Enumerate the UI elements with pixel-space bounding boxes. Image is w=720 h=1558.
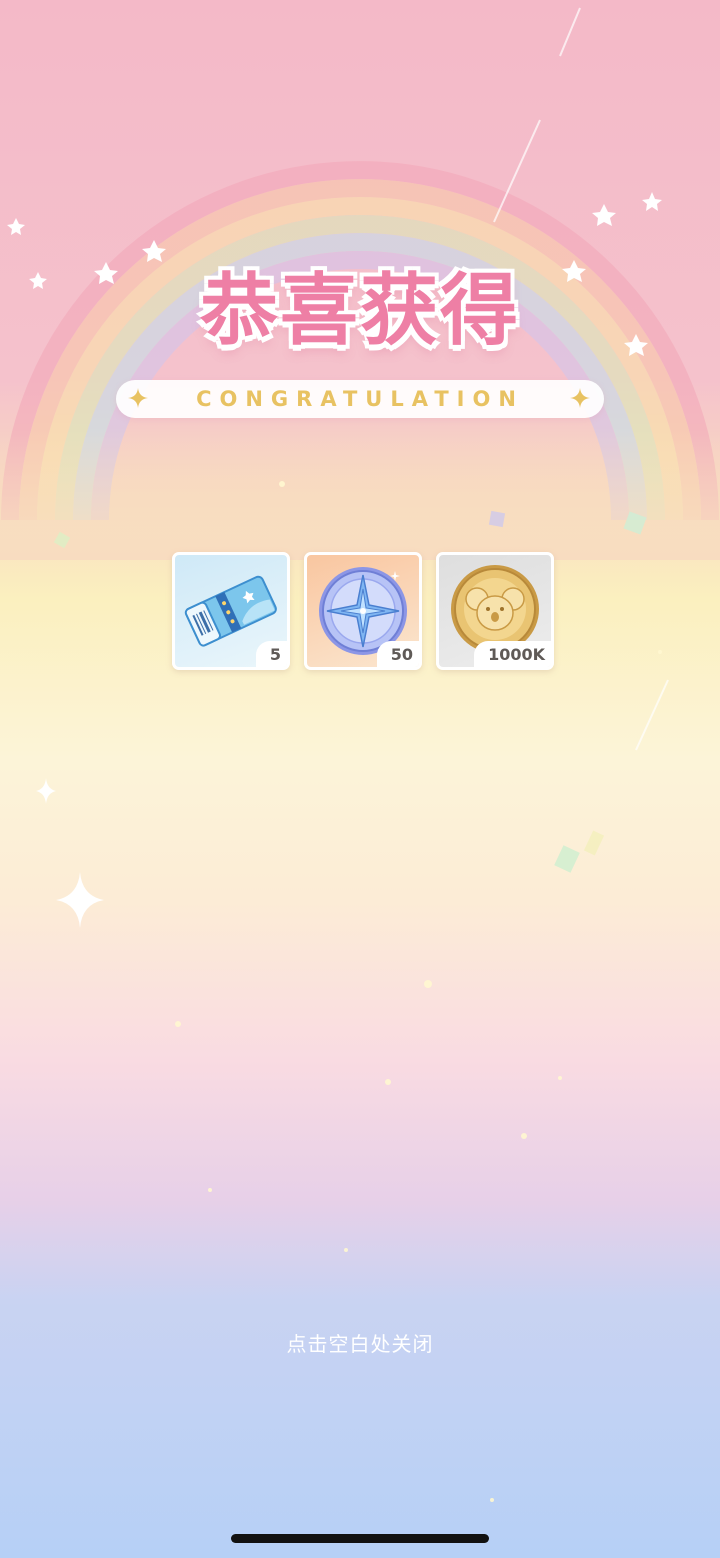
sparkle-icon (56, 872, 104, 928)
reward-item-ticket[interactable]: 5 (172, 552, 290, 670)
reward-count: 1000K (474, 641, 551, 667)
sparkle-icon (128, 388, 148, 408)
sparkle-icon (36, 778, 56, 804)
sparkle-icon (570, 388, 590, 408)
page-title: 恭喜获得 (199, 266, 520, 356)
reward-item-compass-coin[interactable]: 50 (304, 552, 422, 670)
reward-count: 50 (376, 641, 419, 667)
rewards-list: 5 50 1000K (172, 552, 554, 670)
subtitle-banner: CONGRATULATION (116, 380, 604, 418)
home-indicator[interactable] (231, 1534, 489, 1543)
reward-count: 5 (255, 641, 287, 667)
subtitle-text: CONGRATULATION (196, 387, 524, 411)
reward-item-koala-coin[interactable]: 1000K (436, 552, 554, 670)
close-hint[interactable]: 点击空白处关闭 (0, 1328, 720, 1357)
